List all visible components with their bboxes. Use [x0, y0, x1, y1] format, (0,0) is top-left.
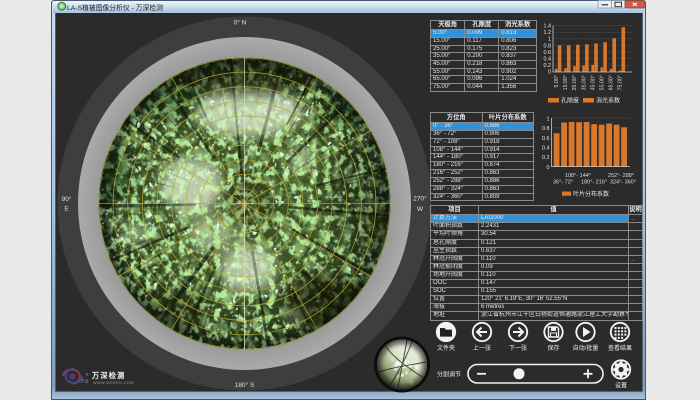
svg-text:0.6: 0.6: [542, 136, 550, 142]
svg-text:分割调节: 分割调节: [437, 371, 461, 379]
svg-text:90°: 90°: [62, 195, 72, 203]
svg-text:0° N: 0° N: [234, 19, 247, 27]
svg-text:35.00°: 35.00°: [581, 75, 587, 90]
svg-text:1.4: 1.4: [544, 24, 552, 30]
svg-text:0.2: 0.2: [542, 155, 550, 161]
svg-text:万深: 万深: [81, 379, 89, 384]
svg-text:上一张: 上一张: [473, 344, 491, 352]
svg-text:0.8: 0.8: [544, 43, 552, 49]
svg-text:设置: 设置: [615, 382, 627, 390]
svg-text:0.4: 0.4: [544, 57, 552, 63]
svg-text:WWW.WSEEN.COM: WWW.WSEEN.COM: [93, 381, 134, 385]
svg-text:万深检测: 万深检测: [91, 371, 126, 380]
svg-text:1: 1: [548, 37, 551, 43]
svg-text:0.8: 0.8: [542, 126, 550, 132]
svg-text:252°- 288°: 252°- 288°: [608, 173, 634, 179]
svg-text:®: ®: [86, 373, 89, 377]
svg-text:1.2: 1.2: [544, 30, 552, 36]
svg-text:E: E: [64, 206, 69, 213]
svg-text:查看结果: 查看结果: [608, 344, 632, 352]
svg-text:消光系数: 消光系数: [596, 97, 620, 105]
svg-text:180° S: 180° S: [235, 381, 255, 389]
svg-text:180°- 216°: 180°- 216°: [581, 180, 607, 186]
svg-text:55.00°: 55.00°: [600, 75, 606, 90]
svg-text:文件夹: 文件夹: [437, 344, 455, 352]
svg-text:25.00°: 25.00°: [572, 75, 578, 90]
svg-text:324°- 360°: 324°- 360°: [610, 180, 636, 186]
svg-text:下一张: 下一张: [509, 344, 527, 352]
svg-text:叶片分布系数: 叶片分布系数: [573, 190, 609, 198]
svg-text:0.6: 0.6: [544, 50, 552, 56]
svg-text:75.00°: 75.00°: [618, 75, 624, 90]
svg-text:自动/批量: 自动/批量: [573, 344, 599, 352]
svg-text:0.2: 0.2: [544, 63, 552, 69]
svg-text:108°- 144°: 108°- 144°: [565, 173, 591, 179]
svg-text:5.00°: 5.00°: [554, 75, 560, 87]
svg-text:270°: 270°: [413, 195, 427, 203]
svg-text:65.00°: 65.00°: [609, 75, 615, 90]
svg-text:1: 1: [547, 116, 550, 122]
svg-text:36°- 72°: 36°- 72°: [553, 180, 573, 186]
svg-text:0: 0: [548, 70, 551, 76]
svg-text:保存: 保存: [547, 344, 559, 352]
svg-text:W: W: [417, 206, 424, 213]
svg-text:0.4: 0.4: [542, 146, 550, 152]
svg-text:孔隙度: 孔隙度: [561, 97, 579, 105]
svg-text:15.00°: 15.00°: [563, 75, 569, 90]
svg-text:0: 0: [547, 165, 550, 171]
svg-text:45.00°: 45.00°: [590, 75, 596, 90]
